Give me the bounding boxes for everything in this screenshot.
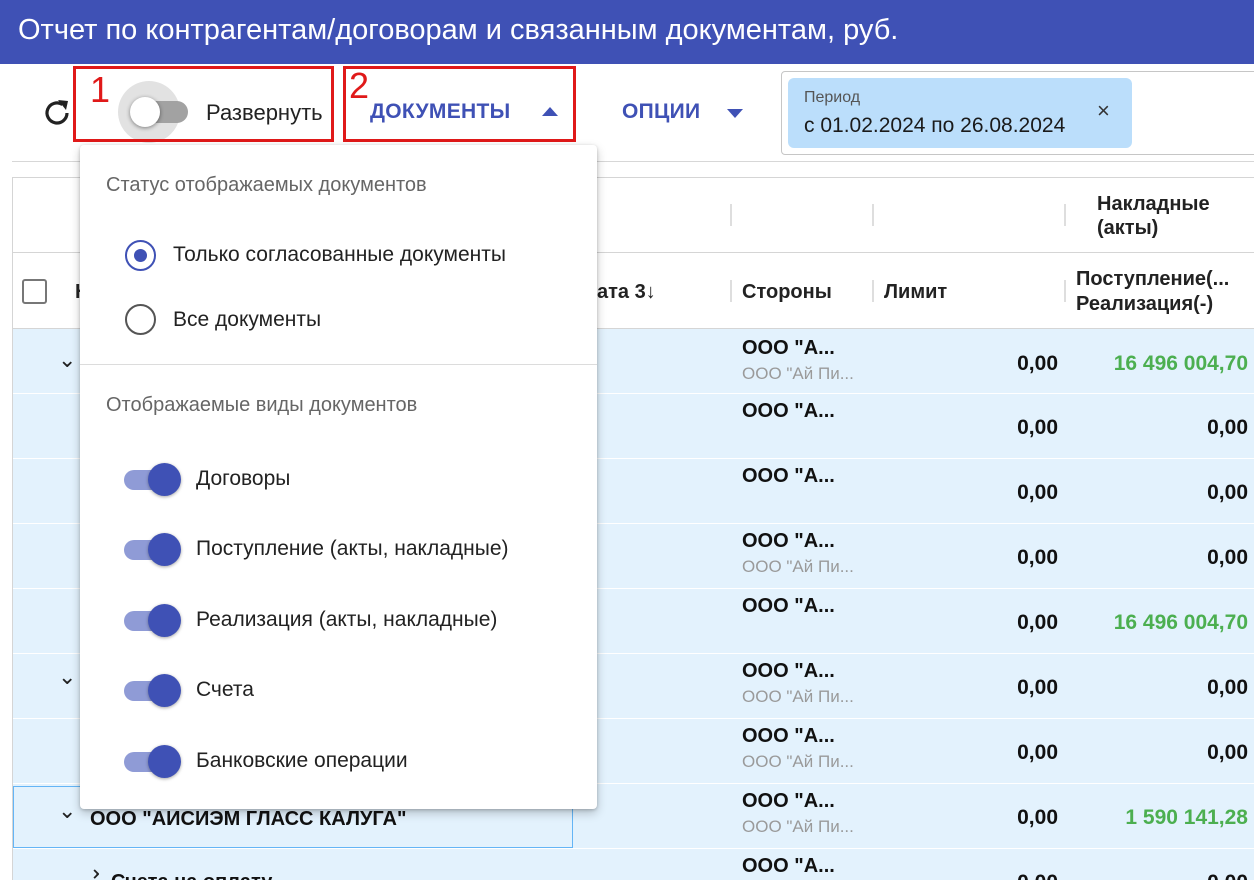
party-name: ООО "А... (742, 530, 835, 552)
types-section-title: Отображаемые виды документов (106, 394, 418, 416)
options-button-label: ОПЦИИ (622, 100, 701, 123)
party-subname: ООО "Ай Пи... (742, 687, 854, 706)
column-header-parties[interactable]: Стороны (742, 280, 832, 304)
toggle-label: Счета (196, 678, 254, 701)
period-filter-chip[interactable]: Период с 01.02.2024 по 26.08.2024 × (788, 78, 1132, 148)
party-subname: ООО "Ай Пи... (742, 364, 854, 383)
toggle-label: Банковские операции (196, 749, 408, 772)
flow-amount: 0,00 (1207, 741, 1248, 764)
toggle-contracts[interactable] (124, 463, 182, 496)
annotation-box-1 (73, 66, 334, 142)
toggle-label: Реализация (акты, накладные) (196, 608, 498, 631)
column-separator (872, 280, 874, 302)
annotation-number-1: 1 (90, 69, 111, 110)
menu-divider (80, 364, 597, 365)
flow-amount: 1 590 141,28 (1125, 806, 1248, 829)
limit-value: 0,00 (1017, 546, 1058, 569)
flow-amount: 0,00 (1207, 546, 1248, 569)
party-subname: ООО "Ай Пи... (742, 752, 854, 771)
party-name: ООО "А... (742, 855, 835, 877)
filter-area[interactable]: Период с 01.02.2024 по 26.08.2024 × (781, 71, 1254, 155)
toggle-bank-operations[interactable] (124, 745, 182, 778)
title-bar: Отчет по контрагентам/договорам и связан… (0, 0, 1254, 64)
toggle-receipts[interactable] (124, 533, 182, 566)
status-section-title: Статус отображаемых документов (106, 174, 427, 196)
toggle-sales[interactable] (124, 604, 182, 637)
radio-selected-icon[interactable] (125, 240, 156, 271)
close-icon[interactable]: × (1097, 100, 1110, 122)
column-header-limit[interactable]: Лимит (884, 280, 947, 304)
party-name: ООО "А... (742, 400, 835, 422)
column-separator (730, 280, 732, 302)
limit-value: 0,00 (1017, 481, 1058, 504)
column-separator (872, 204, 874, 226)
caret-up-icon (542, 107, 558, 116)
caret-down-icon (727, 109, 743, 118)
limit-value: 0,00 (1017, 416, 1058, 439)
flow-amount: 0,00 (1207, 416, 1248, 439)
period-value: с 01.02.2024 по 26.08.2024 (804, 114, 1066, 137)
party-subname: ООО "Ай Пи... (742, 557, 854, 576)
status-option-label: Только согласованные документы (173, 243, 506, 266)
column-separator (730, 204, 732, 226)
column-header-date[interactable]: ата 3↓ (597, 280, 656, 304)
party-name: ООО "А... (742, 595, 835, 617)
column-separator (1064, 280, 1066, 302)
limit-value: 0,00 (1017, 611, 1058, 634)
select-all-checkbox[interactable] (22, 279, 47, 304)
options-button[interactable]: ОПЦИИ (610, 90, 760, 136)
chevron-right-icon[interactable]: ⌄ (79, 865, 105, 880)
documents-button[interactable]: ДОКУМЕНТЫ (346, 90, 571, 136)
party-name: ООО "А... (742, 660, 835, 682)
toggle-invoices[interactable] (124, 674, 182, 707)
limit-value: 0,00 (1017, 676, 1058, 699)
flow-amount: 16 496 004,70 (1113, 611, 1248, 634)
flow-amount: 16 496 004,70 (1113, 352, 1248, 375)
page-title: Отчет по контрагентам/договорам и связан… (18, 14, 899, 46)
party-name: ООО "А... (742, 337, 835, 359)
party-name: ООО "А... (742, 725, 835, 747)
party-name: ООО "А... (742, 790, 835, 812)
limit-value: 0,00 (1017, 741, 1058, 764)
flow-amount: 0,00 (1207, 871, 1248, 880)
party-subname: ООО "Ай Пи... (742, 817, 854, 836)
radio-unselected-icon[interactable] (125, 304, 156, 335)
chevron-down-icon[interactable]: ⌄ (58, 664, 76, 690)
limit-value: 0,00 (1017, 871, 1058, 880)
documents-dropdown-menu: Статус отображаемых документов Только со… (80, 145, 597, 809)
column-header-flow-line2[interactable]: Реализация(-) (1076, 292, 1213, 316)
toggle-label: Поступление (акты, накладные) (196, 537, 509, 560)
flow-amount: 0,00 (1207, 676, 1248, 699)
column-header-flow-line1[interactable]: Поступление(... (1076, 267, 1229, 291)
flow-amount: 0,00 (1207, 481, 1248, 504)
toggle-label: Договоры (196, 467, 291, 490)
status-option-label: Все документы (173, 308, 322, 331)
documents-button-label: ДОКУМЕНТЫ (370, 100, 511, 123)
party-name: ООО "А... (742, 465, 835, 487)
group-row-label: Счета на оплату (111, 871, 272, 880)
limit-value: 0,00 (1017, 352, 1058, 375)
column-separator (1064, 204, 1066, 226)
group-header-invoices: Накладные (акты) (1097, 193, 1210, 239)
limit-value: 0,00 (1017, 806, 1058, 829)
period-caption: Период (804, 89, 861, 106)
refresh-icon[interactable] (40, 96, 74, 130)
chevron-down-icon[interactable]: ⌄ (58, 347, 76, 373)
table-row[interactable]: ⌄ Счета на оплату ООО "А... 0,00 0,00 (13, 849, 1254, 880)
